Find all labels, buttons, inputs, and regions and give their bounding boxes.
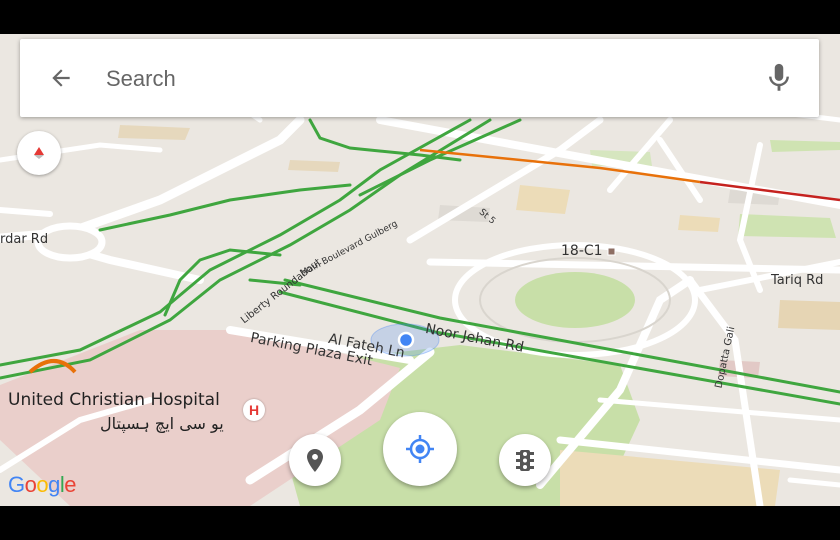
logo-letter: e [64,472,77,497]
mic-icon[interactable] [762,61,796,95]
place-button[interactable] [289,434,341,486]
arrow-back-icon[interactable] [48,65,74,91]
place-label-18-c1: 18-C1 [561,243,603,259]
logo-letter: G [8,472,25,497]
road-label-tariq: Tariq Rd [771,273,824,288]
search-input[interactable] [104,57,728,101]
poi-label-hospital-en[interactable]: United Christian Hospital [8,390,220,410]
road-label-ardar: rdar Rd [0,232,49,247]
traffic-button[interactable] [499,434,551,486]
hospital-icon[interactable]: H [243,399,265,421]
logo-letter: o [24,472,37,497]
poi-label-hospital-ur[interactable]: یو سی ایچ ہسپتال [100,414,224,433]
screen: rdar Rd Liberty Roundabout Main Boulevar… [0,0,840,540]
stadium-field [515,272,635,328]
traffic-light-icon [516,450,534,471]
logo-letter: g [48,472,60,497]
logo-letter: o [36,472,49,497]
google-logo: Google [8,472,77,498]
place-pin-icon [307,449,323,472]
my-location-icon [406,435,434,463]
compass-icon [34,147,44,159]
search-bar [20,39,819,117]
compass-button[interactable] [17,131,61,175]
my-location-button[interactable] [383,412,457,486]
